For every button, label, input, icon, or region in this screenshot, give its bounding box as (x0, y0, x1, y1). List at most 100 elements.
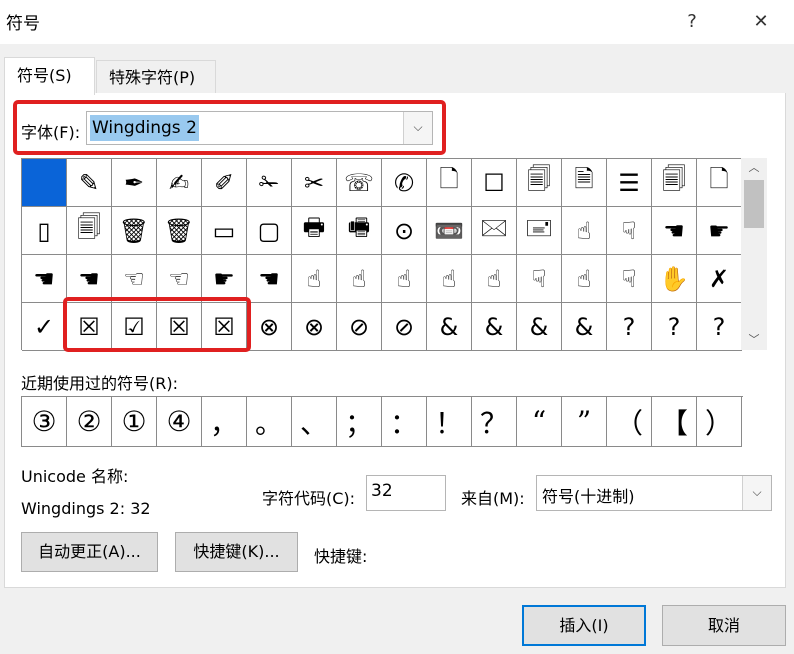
symbol-cell[interactable]: ☟ (607, 255, 652, 303)
symbol-cell[interactable]: ☝ (427, 255, 472, 303)
symbol-cell[interactable]: ☛ (202, 255, 247, 303)
symbol-cell[interactable]: & (562, 303, 607, 351)
autocorrect-button[interactable]: 自动更正(A)... (21, 532, 158, 572)
chevron-up-icon[interactable]: ︿ (741, 158, 767, 178)
symbol-cell[interactable]: 📼 (427, 207, 472, 255)
symbol-cell[interactable]: ☚ (247, 255, 292, 303)
symbol-cell[interactable]: 🗐 (517, 159, 562, 207)
help-icon[interactable]: ? (678, 8, 706, 36)
symbol-cell[interactable]: 🖶 (292, 207, 337, 255)
symbol-cell[interactable]: 🖷 (337, 207, 382, 255)
symbol-cell[interactable]: ▭ (202, 207, 247, 255)
recent-symbol-cell[interactable]: ③ (22, 397, 67, 447)
symbol-cell[interactable]: ✍ (157, 159, 202, 207)
symbol-cell[interactable]: 🗐 (652, 159, 697, 207)
recent-symbol-cell[interactable]: ！ (427, 397, 472, 447)
grid-scrollbar[interactable]: ︿ ﹀ (741, 158, 767, 350)
symbol-cell[interactable]: ⊗ (292, 303, 337, 351)
symbol-cell[interactable]: ? (607, 303, 652, 351)
symbol-cell[interactable]: ☟ (517, 255, 562, 303)
close-icon[interactable]: ✕ (747, 8, 775, 36)
symbol-cell[interactable]: 🗋 (697, 159, 742, 207)
from-label: 来自(M): (461, 489, 525, 508)
symbol-cell[interactable]: ▢ (247, 207, 292, 255)
symbol-cell[interactable]: ✋ (652, 255, 697, 303)
symbol-cell[interactable]: ✁ (247, 159, 292, 207)
symbol-cell[interactable]: ☛ (697, 207, 742, 255)
recent-symbol-cell[interactable]: ： (382, 397, 427, 447)
symbol-cell[interactable]: ✎ (67, 159, 112, 207)
recent-symbol-cell[interactable]: 、 (292, 397, 337, 447)
insert-button[interactable]: 插入(I) (522, 605, 646, 646)
symbol-cell[interactable]: ✓ (22, 303, 67, 351)
symbol-cell[interactable]: ☜ (112, 255, 157, 303)
checkbox-symbols-highlight-box (63, 297, 251, 352)
symbol-cell[interactable]: ✗ (697, 255, 742, 303)
symbol-cell[interactable]: ☏ (337, 159, 382, 207)
symbol-cell[interactable]: ☝ (562, 255, 607, 303)
from-value: 符号(十进制) (542, 487, 635, 506)
symbol-cell[interactable]: 🗋 (427, 159, 472, 207)
from-select[interactable]: 符号(十进制) ⌵ (536, 475, 772, 511)
recent-symbol-cell[interactable]: ） (697, 397, 742, 447)
symbol-cell[interactable]: & (427, 303, 472, 351)
symbol-cell[interactable]: ☚ (67, 255, 112, 303)
symbol-cell[interactable]: 🖂 (472, 207, 517, 255)
symbol-cell[interactable]: ✂ (292, 159, 337, 207)
symbol-cell[interactable]: ▯ (22, 207, 67, 255)
recent-symbol-cell[interactable]: ④ (157, 397, 202, 447)
recent-symbol-cell[interactable]: ② (67, 397, 112, 447)
symbol-cell[interactable]: ⊗ (247, 303, 292, 351)
symbol-cell[interactable]: ☟ (607, 207, 652, 255)
symbol-cell[interactable]: & (472, 303, 517, 351)
symbol-cell[interactable]: ⊙ (382, 207, 427, 255)
symbol-cell[interactable]: 🗎 (562, 159, 607, 207)
recent-symbol-cell[interactable]: ① (112, 397, 157, 447)
symbol-cell[interactable]: ☐ (472, 159, 517, 207)
recent-symbol-cell[interactable]: ， (202, 397, 247, 447)
recent-label: 近期使用过的符号(R): (21, 374, 178, 393)
recent-symbol-cell[interactable]: ” (562, 397, 607, 447)
cancel-button[interactable]: 取消 (662, 605, 786, 646)
recent-symbol-cell[interactable]: 【 (652, 397, 697, 447)
symbol-cell[interactable]: ☚ (22, 255, 67, 303)
chevron-down-icon[interactable]: ﹀ (741, 330, 767, 350)
symbol-cell[interactable]: ☰ (607, 159, 652, 207)
symbol-cell[interactable]: ☝ (292, 255, 337, 303)
tab-symbols[interactable]: 符号(S) (4, 57, 95, 95)
unicode-name-value: Wingdings 2: 32 (21, 499, 151, 518)
symbol-cell[interactable]: ⊘ (337, 303, 382, 351)
symbol-cell[interactable]: ? (652, 303, 697, 351)
symbol-cell[interactable]: ☝ (472, 255, 517, 303)
title-bar (0, 0, 794, 44)
symbol-cell[interactable]: ☜ (157, 255, 202, 303)
symbol-cell[interactable]: ☝ (337, 255, 382, 303)
symbol-cell[interactable]: ⊘ (382, 303, 427, 351)
shortcut-key-button[interactable]: 快捷键(K)... (175, 532, 298, 572)
char-code-input[interactable]: 32 (366, 475, 446, 511)
unicode-name-label: Unicode 名称: (21, 467, 129, 486)
symbol-cell[interactable]: ✒ (112, 159, 157, 207)
symbol-cell[interactable]: 🗑 (157, 207, 202, 255)
dialog-title: 符号 (6, 14, 40, 34)
symbol-cell-selected[interactable] (22, 159, 67, 207)
recent-symbol-cell[interactable]: ？ (472, 397, 517, 447)
symbol-cell[interactable]: ? (697, 303, 742, 351)
recent-symbol-cell[interactable]: “ (517, 397, 562, 447)
recent-symbol-cell[interactable]: 。 (247, 397, 292, 447)
symbol-cell[interactable]: 🖃 (517, 207, 562, 255)
recent-symbol-cell[interactable]: ； (337, 397, 382, 447)
chevron-down-icon[interactable]: ⌵ (742, 476, 771, 510)
symbol-cell[interactable]: ☚ (652, 207, 697, 255)
recent-symbol-cell[interactable]: （ (607, 397, 652, 447)
symbol-cell[interactable]: ✐ (202, 159, 247, 207)
scrollbar-thumb[interactable] (744, 180, 764, 228)
symbol-cell[interactable]: ☝ (562, 207, 607, 255)
symbol-cell[interactable]: ✆ (382, 159, 427, 207)
symbol-cell[interactable]: 🗐 (67, 207, 112, 255)
font-highlight-box (13, 100, 446, 155)
tab-special-chars[interactable]: 特殊字符(P) (96, 60, 216, 93)
symbol-cell[interactable]: & (517, 303, 562, 351)
symbol-cell[interactable]: ☝ (382, 255, 427, 303)
symbol-cell[interactable]: 🗑 (112, 207, 157, 255)
